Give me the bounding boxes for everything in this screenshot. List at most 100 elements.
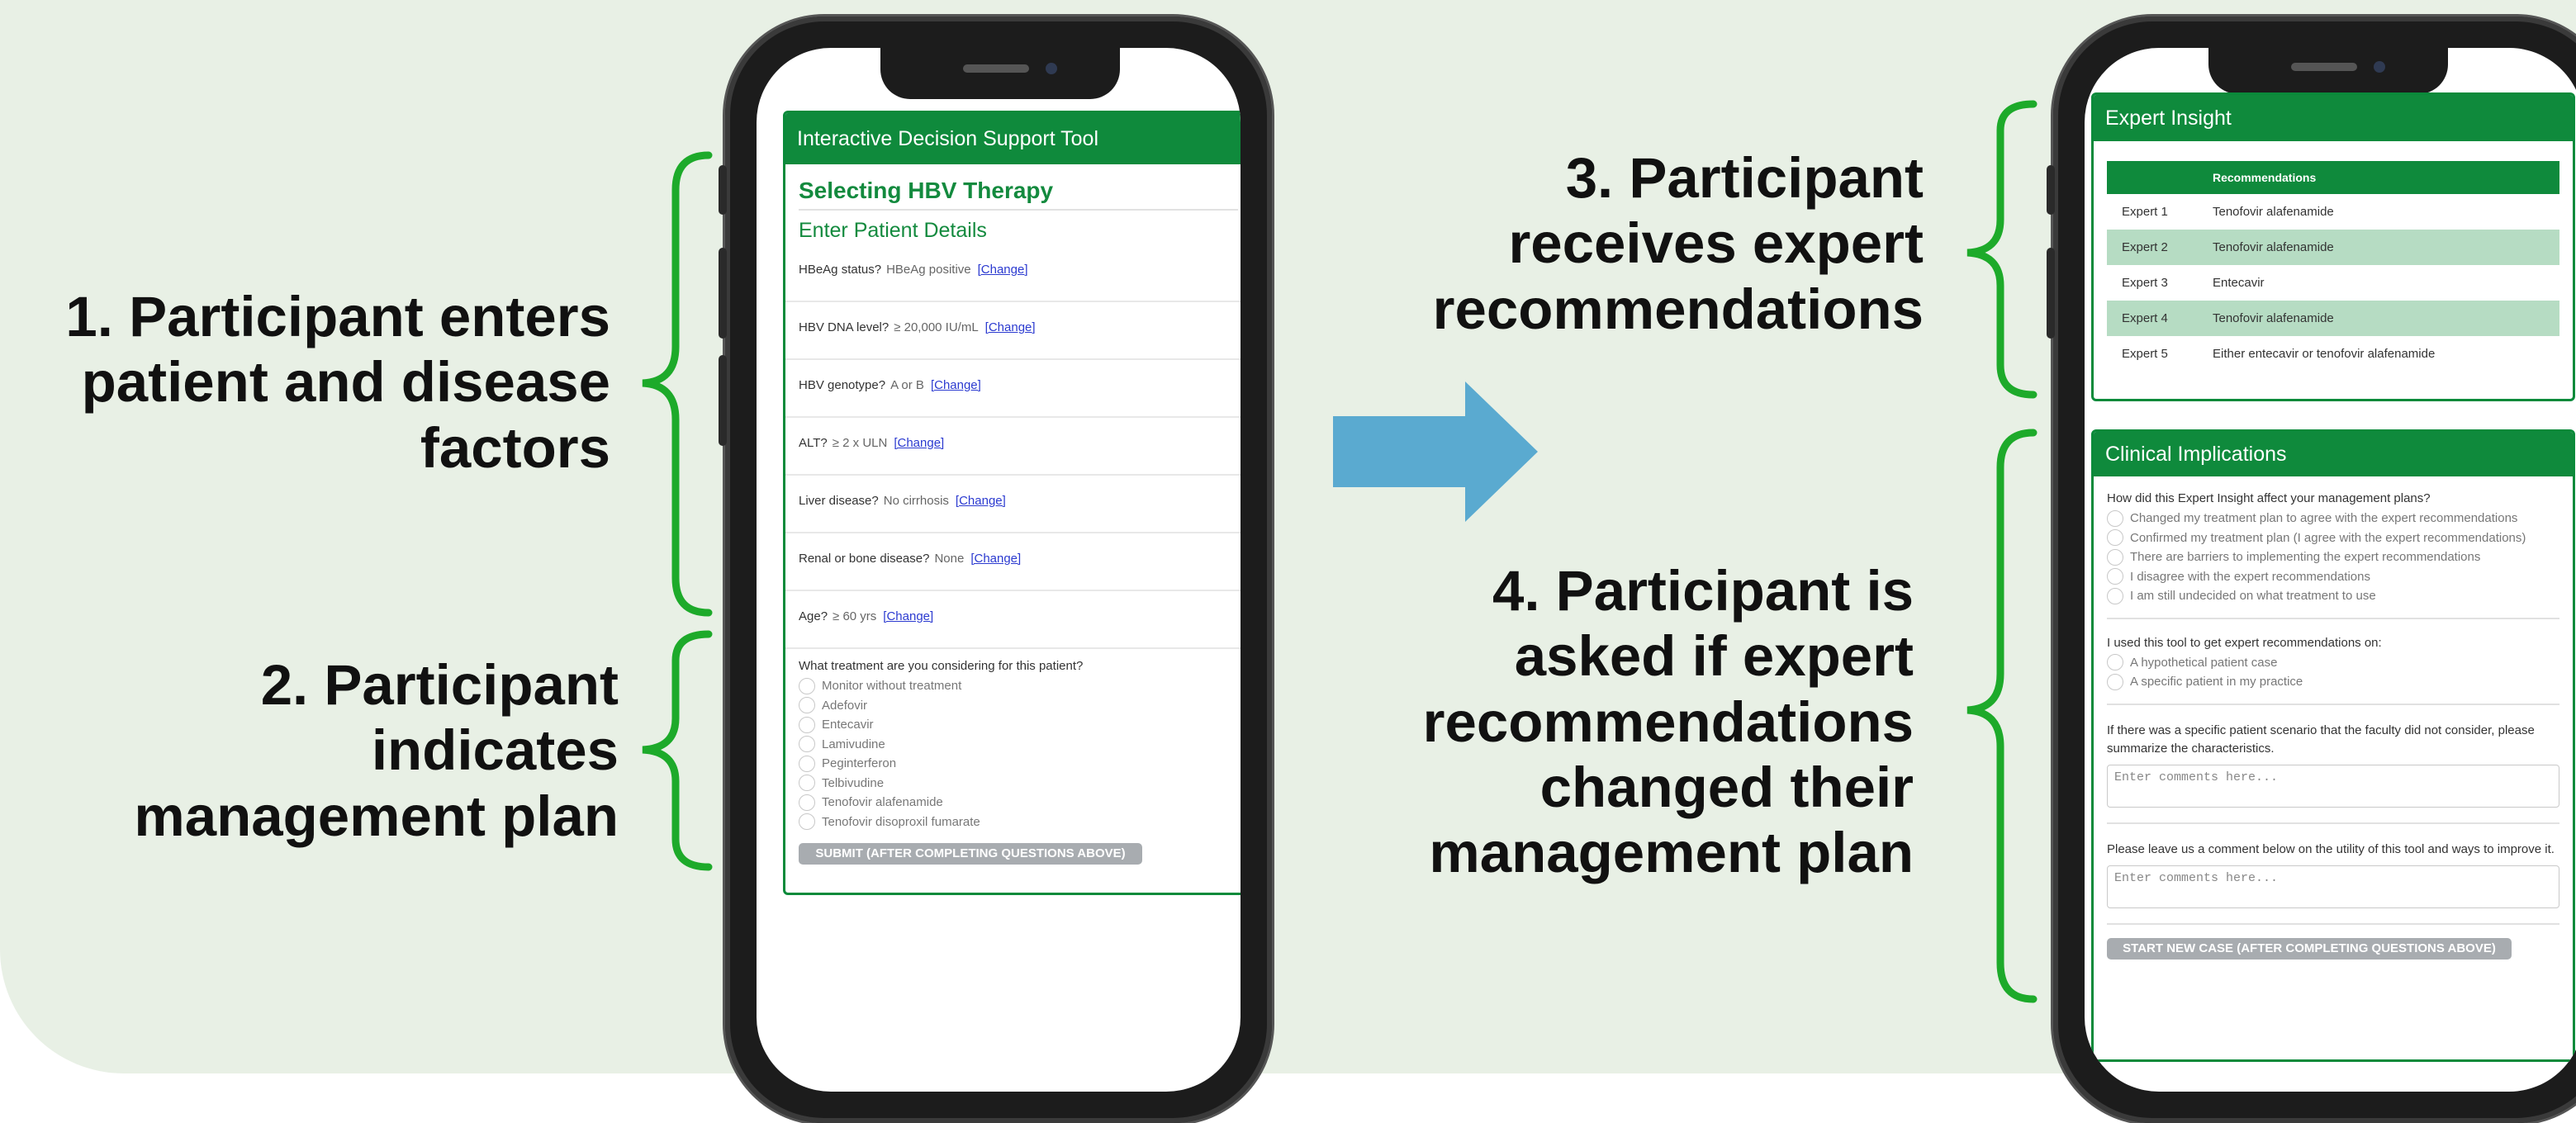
radio-option[interactable]: Peginterferon [785, 754, 1241, 774]
change-link[interactable]: [Change] [970, 552, 1021, 566]
radio-button[interactable] [2107, 509, 2123, 527]
table-header-blank [2107, 161, 2212, 194]
change-link[interactable]: [Change] [956, 494, 1006, 508]
bracket-step4 [1966, 429, 2038, 1003]
phone-speaker [963, 64, 1029, 73]
radio-option[interactable]: Tenofovir disoproxil fumarate [785, 813, 1241, 832]
start-new-case-button[interactable]: START NEW CASE (AFTER COMPLETING QUESTIO… [2107, 937, 2512, 960]
radio-option[interactable]: Telbivudine [785, 774, 1241, 794]
expert-table: Recommendations Expert 1 Tenofovir alafen… [2107, 161, 2559, 372]
radio-option[interactable]: Confirmed my treatment plan (I agree wit… [2094, 528, 2573, 548]
radio-button[interactable] [2107, 529, 2123, 547]
step2-label: 2. Participant indicates management plan [134, 653, 619, 848]
bracket-step1 [642, 151, 713, 617]
radio-option-label: Peginterferon [822, 756, 897, 770]
radio-button[interactable] [799, 677, 815, 694]
radio-button[interactable] [799, 697, 815, 714]
submit-button[interactable]: SUBMIT (AFTER COMPLETING QUESTIONS ABOVE… [799, 843, 1142, 865]
expert-insight-card: Expert Insight Recommendations Expert 1 T… [2091, 92, 2575, 401]
radio-button[interactable] [2107, 654, 2123, 671]
step3-label: 3. Participant receives expert recommendat… [1432, 146, 1924, 341]
card-header: Expert Insight [2094, 95, 2573, 141]
radio-button[interactable] [799, 794, 815, 811]
change-link[interactable]: [Change] [931, 378, 981, 392]
patient-field-row: Liver disease? No cirrhosis [Change] [785, 476, 1241, 533]
phone-notch [2208, 48, 2448, 94]
left-phone-screen: Interactive Decision Support Tool Select… [757, 48, 1241, 1092]
scenario-textarea[interactable]: Enter comments here... [2107, 764, 2559, 808]
radio-option[interactable]: A specific patient in my practice [2094, 672, 2573, 692]
field-label: ALT? [799, 436, 828, 450]
field-label: HBV genotype? [799, 378, 886, 392]
radio-option[interactable]: Monitor without treatment [785, 676, 1241, 696]
radio-option[interactable]: There are barriers to implementing the e… [2094, 547, 2573, 567]
expert-recommendation: Tenofovir alafenamide [2213, 205, 2334, 219]
change-link[interactable]: [Change] [985, 320, 1036, 334]
radio-button[interactable] [2107, 587, 2123, 604]
table-row: Expert 4 Tenofovir alafenamide [2107, 301, 2559, 336]
radio-option-label: Telbivudine [822, 775, 885, 790]
expert-name: Expert 5 [2122, 347, 2168, 361]
bracket-step3 [1966, 100, 2038, 399]
patient-field-row: Age? ≥ 60 yrs [Change] [785, 591, 1241, 649]
step4-label: 4. Participant is asked if expert recommen… [1422, 559, 1914, 885]
radio-button[interactable] [799, 716, 815, 733]
usage-options: A hypothetical patient case A specific pa… [2094, 653, 2573, 692]
radio-button[interactable] [799, 755, 815, 772]
radio-option[interactable]: Changed my treatment plan to agree with … [2094, 509, 2573, 528]
bracket-step2 [642, 630, 713, 871]
card-header: Clinical Implications [2094, 432, 2573, 476]
phone-notch [880, 48, 1120, 99]
field-value: None [934, 552, 965, 566]
field-label: Liver disease? [799, 494, 879, 508]
radio-button[interactable] [2107, 673, 2123, 690]
change-link[interactable]: [Change] [894, 436, 944, 450]
radio-option[interactable]: I am still undecided on what treatment t… [2094, 586, 2573, 606]
phone-speaker [2291, 63, 2357, 71]
card-header: Interactive Decision Support Tool [785, 113, 1241, 164]
phone-side-button [719, 165, 727, 215]
expert-name: Expert 2 [2107, 230, 2212, 265]
phone-camera [2374, 61, 2385, 73]
field-value: No cirrhosis [883, 494, 949, 508]
radio-option-label: Lamivudine [822, 737, 885, 751]
radio-option[interactable]: A hypothetical patient case [2094, 653, 2573, 673]
treatment-question: What treatment are you considering for t… [799, 659, 1084, 673]
phone-side-button [719, 248, 727, 339]
usage-question: I used this tool to get expert recommend… [2107, 635, 2382, 650]
change-link[interactable]: [Change] [883, 609, 933, 623]
radio-button[interactable] [2107, 548, 2123, 566]
right-arrow-icon [1333, 381, 1538, 522]
field-value: ≥ 20,000 IU/mL [894, 320, 979, 334]
clinical-implications-card: Clinical Implications How did this Exper… [2091, 429, 2575, 1062]
treatment-options: Monitor without treatment Adefovir Entecav… [785, 676, 1241, 832]
expert-name: Expert 1 [2122, 205, 2168, 219]
radio-button[interactable] [799, 775, 815, 792]
field-value: ≥ 60 yrs [833, 609, 877, 623]
radio-option[interactable]: Lamivudine [785, 735, 1241, 755]
radio-option-label: A specific patient in my practice [2130, 675, 2303, 689]
comment-textarea[interactable]: Enter comments here... [2107, 865, 2559, 908]
radio-option-label: A hypothetical patient case [2130, 655, 2278, 670]
patient-field-row: ALT? ≥ 2 x ULN [Change] [785, 418, 1241, 476]
radio-option[interactable]: Tenofovir alafenamide [785, 793, 1241, 813]
radio-button[interactable] [799, 813, 815, 831]
table-header: Recommendations [2212, 161, 2559, 194]
radio-button[interactable] [2107, 568, 2123, 585]
scenario-question: If there was a specific patient scenario… [2107, 723, 2535, 756]
patient-field-row: HBV genotype? A or B [Change] [785, 360, 1241, 418]
radio-option[interactable]: Entecavir [785, 715, 1241, 735]
divider [2107, 922, 2559, 925]
radio-option[interactable]: I disagree with the expert recommendatio… [2094, 567, 2573, 587]
table-row: Expert 1 Tenofovir alafenamide [2107, 194, 2559, 230]
table-row: Expert 3 Entecavir [2107, 265, 2559, 301]
phone-side-button [719, 355, 727, 446]
patient-field-row: HBeAg status? HBeAg positive [Change] [785, 244, 1241, 302]
change-link[interactable]: [Change] [978, 263, 1028, 277]
patient-field-row: Renal or bone disease? None [Change] [785, 533, 1241, 591]
radio-button[interactable] [799, 736, 815, 753]
section-title: Enter Patient Details [799, 219, 987, 242]
field-label: Age? [799, 609, 828, 623]
expert-recommendation: Tenofovir alafenamide [2212, 230, 2559, 265]
radio-option[interactable]: Adefovir [785, 696, 1241, 716]
